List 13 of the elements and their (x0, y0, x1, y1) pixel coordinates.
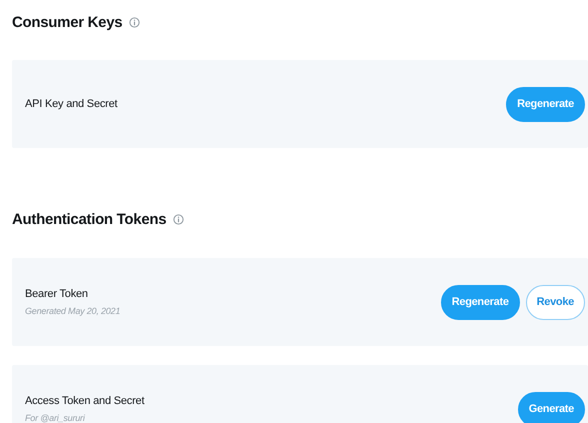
card-subtitle: Generated May 20, 2021 (25, 306, 120, 316)
section-heading: Authentication Tokens (12, 210, 166, 228)
info-icon[interactable] (173, 214, 184, 224)
card-title: Access Token and Secret (25, 395, 144, 407)
card-title: API Key and Secret (25, 98, 118, 110)
outline-button[interactable]: Revoke (526, 284, 585, 320)
card-subtitle: For @ari_sururi (25, 413, 86, 423)
section-heading: Consumer Keys (12, 14, 122, 30)
primary-button[interactable]: Regenerate (506, 86, 585, 122)
primary-button[interactable]: Regenerate (440, 284, 520, 320)
card-title: Bearer Token (25, 288, 89, 300)
info-icon[interactable] (129, 16, 140, 28)
primary-button[interactable]: Generate (518, 392, 585, 423)
